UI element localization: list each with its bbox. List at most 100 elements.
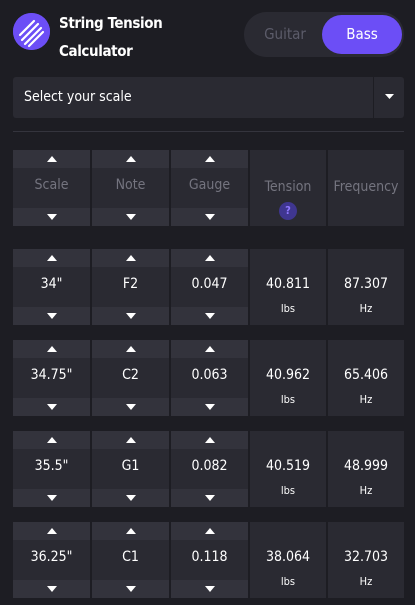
increment-up-icon[interactable]	[13, 340, 90, 358]
tension-header-label: Tension	[264, 179, 312, 195]
string-row: 36.25" C1 0.118 38.064 lbs 32.703 Hz	[13, 522, 404, 598]
frequency-unit: Hz	[359, 302, 373, 315]
logo-icon	[13, 13, 50, 50]
frequency-unit: Hz	[359, 484, 373, 497]
increment-up-icon[interactable]	[92, 249, 169, 267]
scale-stepper: 35.5"	[13, 431, 90, 507]
frequency-value: 32.703	[343, 549, 389, 565]
caret-down-icon[interactable]	[373, 77, 404, 118]
increment-up-icon[interactable]	[13, 522, 90, 540]
increment-up-icon[interactable]	[171, 522, 248, 540]
increment-up-icon[interactable]	[13, 249, 90, 267]
decrement-down-icon[interactable]	[171, 398, 248, 416]
scale-header-label: Scale	[34, 177, 69, 193]
frequency-output: 32.703 Hz	[328, 522, 404, 598]
gauge-header-label: Gauge	[188, 177, 231, 193]
note-stepper: F2	[92, 249, 169, 325]
bass-toggle-button[interactable]: Bass	[322, 15, 402, 54]
column-header-row: Scale Note Gauge Tension ? Frequency	[13, 150, 404, 226]
note-stepper: G1	[92, 431, 169, 507]
note-value: G1	[121, 458, 140, 474]
gauge-stepper: 0.082	[171, 431, 248, 507]
gauge-value: 0.082	[191, 458, 228, 474]
tension-unit: lbs	[280, 575, 296, 588]
scale-select-label: Select your scale	[24, 89, 132, 105]
note-value: F2	[122, 276, 139, 292]
increment-up-icon[interactable]	[171, 249, 248, 267]
tension-output: 40.811 lbs	[250, 249, 326, 325]
scale-value: 34"	[40, 276, 63, 292]
help-icon[interactable]: ?	[279, 202, 297, 220]
scale-select[interactable]: Select your scale	[13, 77, 404, 118]
frequency-value: 87.307	[343, 276, 389, 292]
decrement-down-icon[interactable]	[92, 580, 169, 598]
gauge-value: 0.063	[191, 367, 228, 383]
tension-value: 40.962	[265, 367, 311, 383]
decrement-down-icon[interactable]	[92, 489, 169, 507]
scale-value: 34.75"	[30, 367, 73, 383]
note-header-label: Note	[115, 177, 146, 193]
app-title: String Tension Calculator	[59, 14, 163, 60]
frequency-value: 48.999	[343, 458, 389, 474]
frequency-output: 48.999 Hz	[328, 431, 404, 507]
scale-value: 35.5"	[34, 458, 69, 474]
string-row: 34" F2 0.047 40.811 lbs 87.307 Hz	[13, 249, 404, 325]
scale-value: 36.25"	[30, 549, 73, 565]
decrement-down-icon[interactable]	[92, 307, 169, 325]
scale-stepper: 34"	[13, 249, 90, 325]
note-value: C2	[122, 367, 139, 383]
sort-up-icon[interactable]	[171, 150, 248, 168]
sort-up-icon[interactable]	[92, 150, 169, 168]
frequency-unit: Hz	[359, 393, 373, 406]
increment-up-icon[interactable]	[92, 522, 169, 540]
increment-up-icon[interactable]	[92, 431, 169, 449]
tension-output: 40.519 lbs	[250, 431, 326, 507]
tension-output: 38.064 lbs	[250, 522, 326, 598]
decrement-down-icon[interactable]	[13, 398, 90, 416]
string-row: 35.5" G1 0.082 40.519 lbs 48.999 Hz	[13, 431, 404, 507]
tension-value: 38.064	[265, 549, 311, 565]
instrument-toggle: Guitar Bass	[244, 12, 404, 57]
sort-down-icon[interactable]	[171, 208, 248, 226]
frequency-output: 65.406 Hz	[328, 340, 404, 416]
guitar-toggle-button[interactable]: Guitar	[246, 15, 324, 54]
sort-down-icon[interactable]	[13, 208, 90, 226]
tension-unit: lbs	[280, 393, 296, 406]
tension-value: 40.811	[265, 276, 311, 292]
scale-stepper: 36.25"	[13, 522, 90, 598]
tension-unit: lbs	[280, 484, 296, 497]
gauge-stepper: 0.063	[171, 340, 248, 416]
increment-up-icon[interactable]	[92, 340, 169, 358]
increment-up-icon[interactable]	[171, 340, 248, 358]
gauge-stepper: 0.047	[171, 249, 248, 325]
divider	[13, 131, 404, 132]
scale-stepper: 34.75"	[13, 340, 90, 416]
decrement-down-icon[interactable]	[13, 489, 90, 507]
frequency-header: Frequency	[328, 150, 404, 226]
increment-up-icon[interactable]	[13, 431, 90, 449]
decrement-down-icon[interactable]	[92, 398, 169, 416]
tension-unit: lbs	[280, 302, 296, 315]
frequency-unit: Hz	[359, 575, 373, 588]
note-stepper: C2	[92, 340, 169, 416]
frequency-output: 87.307 Hz	[328, 249, 404, 325]
note-header: Note	[92, 150, 169, 226]
increment-up-icon[interactable]	[171, 431, 248, 449]
gauge-stepper: 0.118	[171, 522, 248, 598]
gauge-value: 0.118	[191, 549, 228, 565]
frequency-value: 65.406	[343, 367, 389, 383]
sort-up-icon[interactable]	[13, 150, 90, 168]
decrement-down-icon[interactable]	[13, 307, 90, 325]
decrement-down-icon[interactable]	[171, 307, 248, 325]
tension-output: 40.962 lbs	[250, 340, 326, 416]
note-value: C1	[122, 549, 139, 565]
sort-down-icon[interactable]	[92, 208, 169, 226]
scale-header: Scale	[13, 150, 90, 226]
decrement-down-icon[interactable]	[171, 580, 248, 598]
note-stepper: C1	[92, 522, 169, 598]
gauge-header: Gauge	[171, 150, 248, 226]
string-row: 34.75" C2 0.063 40.962 lbs 65.406 Hz	[13, 340, 404, 416]
gauge-value: 0.047	[191, 276, 228, 292]
decrement-down-icon[interactable]	[13, 580, 90, 598]
decrement-down-icon[interactable]	[171, 489, 248, 507]
